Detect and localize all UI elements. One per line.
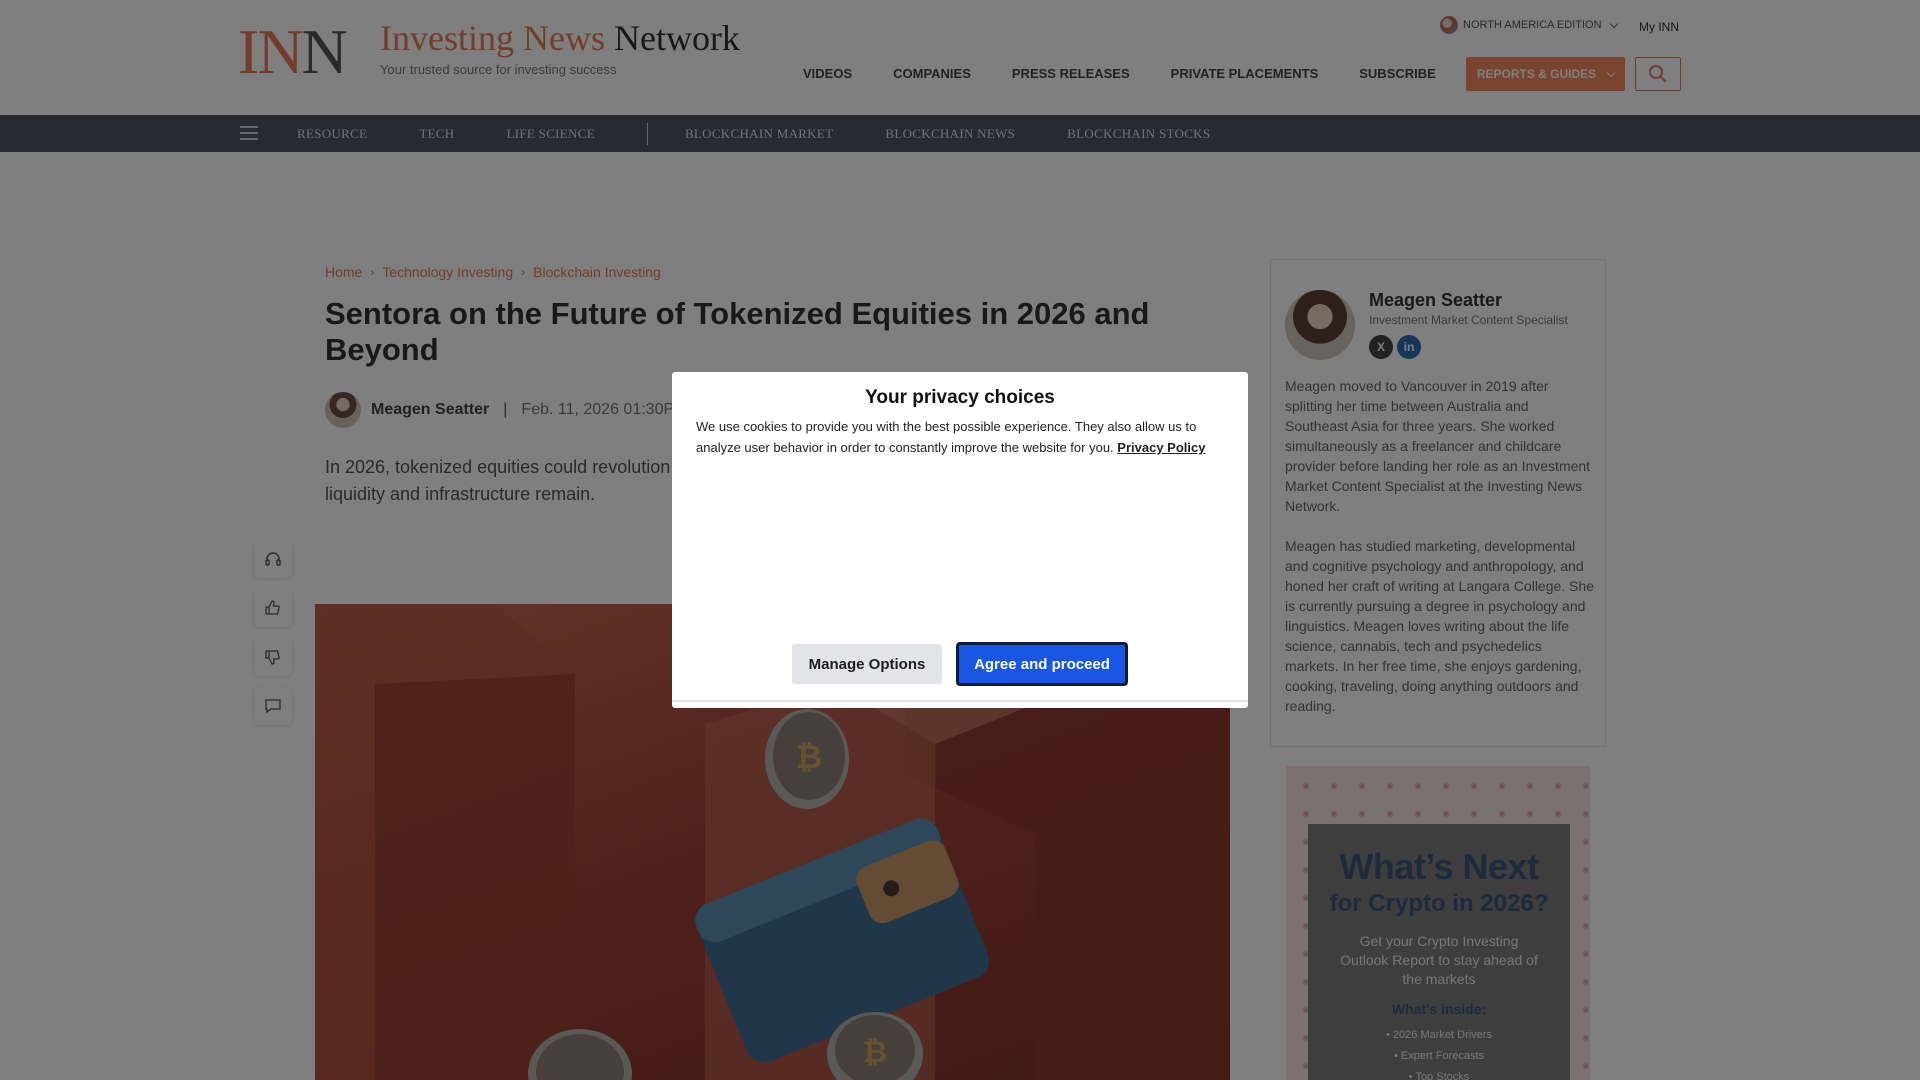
- privacy-dialog-title: Your privacy choices: [865, 387, 1055, 408]
- dialog-divider: [672, 700, 1248, 702]
- privacy-consent-dialog: Your privacy choices We use cookies to p…: [672, 372, 1248, 708]
- agree-and-proceed-button[interactable]: Agree and proceed: [956, 642, 1128, 686]
- manage-options-button[interactable]: Manage Options: [792, 644, 942, 684]
- privacy-policy-link[interactable]: Privacy Policy: [1117, 440, 1205, 455]
- privacy-dialog-text: We use cookies to provide you with the b…: [696, 416, 1226, 458]
